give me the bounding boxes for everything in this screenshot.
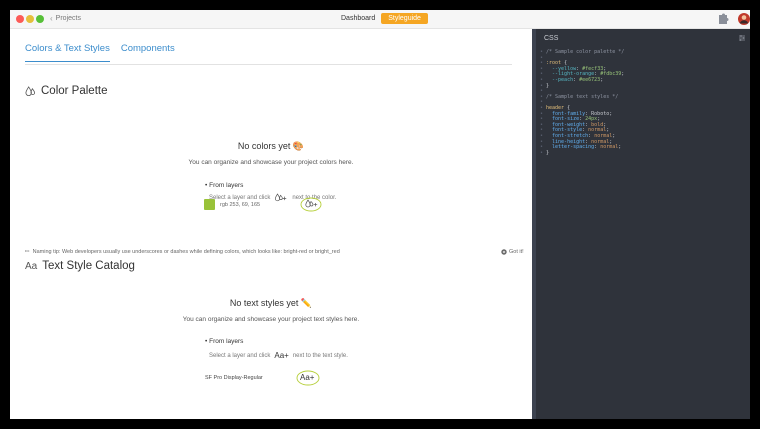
code-token: #fdbc39 (600, 71, 622, 78)
got-it-button[interactable]: Got it! (501, 249, 524, 255)
droplets-icon (25, 85, 36, 96)
text-style-hint: Select a layer and click Aa+ next to the… (209, 351, 348, 360)
add-color-button[interactable] (300, 197, 322, 212)
layer-font-label: SF Pro Display-Regular (205, 375, 263, 381)
code-token: ; (618, 144, 622, 151)
tab-colors-text-styles[interactable]: Colors & Text Styles (25, 43, 110, 62)
code-line: •/* Sample text styles */ (540, 93, 624, 101)
section-tabs: Colors & Text Styles Components (25, 43, 175, 62)
add-text-style-button[interactable]: Aa+ (296, 370, 320, 386)
zoom-window-button[interactable] (36, 15, 44, 23)
minimize-window-button[interactable] (26, 15, 34, 23)
user-avatar-icon[interactable] (737, 12, 750, 26)
color-from-layers-text: From layers (209, 182, 244, 189)
css-panel-title: CSS (544, 35, 559, 42)
code-token: ; (612, 132, 616, 139)
nav-tab-dashboard[interactable]: Dashboard (341, 13, 375, 24)
code-token: } (546, 149, 550, 156)
close-window-button[interactable] (16, 15, 24, 23)
text-style-catalog-title: Text Style Catalog (42, 260, 135, 272)
text-from-layers-label: • From layers (205, 338, 244, 345)
layer-color-row[interactable]: rgb 253, 69, 165 (204, 199, 260, 210)
color-swatch (204, 199, 215, 210)
color-swatch-label: rgb 253, 69, 165 (220, 201, 261, 208)
css-code-panel: CSS •/* Sample color palette */• •:root {… (532, 29, 750, 419)
tab-components[interactable]: Components (121, 43, 175, 62)
naming-tip: ✏ Naming tip: Web developers usually use… (25, 249, 525, 255)
text-style-icon: Aa (25, 260, 38, 272)
top-nav: Dashboard Styleguide (341, 13, 428, 24)
add-color-icon (275, 193, 287, 202)
back-label: Projects (55, 15, 81, 22)
panel-resize-handle[interactable] (532, 29, 536, 419)
code-token: letter-spacing (546, 144, 595, 151)
no-text-styles-title: No text styles yet ✏️ (229, 298, 313, 308)
text-from-layers-text: From layers (209, 338, 244, 345)
tabs-divider (25, 64, 512, 65)
settings-sliders-icon[interactable] (738, 34, 746, 42)
code-token: #ee6723 (579, 76, 601, 83)
title-bar: ‹ Projects Dashboard Styleguide (10, 10, 750, 29)
pencil-icon: ✏ (25, 249, 30, 255)
code-token: --peach (546, 76, 574, 83)
no-colors-title: No colors yet 🎨 (237, 141, 305, 151)
code-token: /* Sample color palette */ (546, 49, 625, 55)
code-line: •} (540, 149, 624, 157)
back-to-projects-link[interactable]: ‹ Projects (50, 14, 81, 23)
close-icon (501, 249, 507, 255)
nav-tab-styleguide[interactable]: Styleguide (381, 13, 428, 24)
code-line: •/* Sample color palette */ (540, 49, 625, 56)
no-text-styles-description: You can organize and showcase your proje… (182, 316, 360, 323)
text-hint-after: next to the text style. (292, 352, 348, 359)
no-colors-description: You can organize and showcase your proje… (188, 159, 354, 166)
code-token: ; (621, 71, 625, 78)
code-token: normal (600, 144, 619, 151)
color-palette-title: Color Palette (41, 85, 108, 97)
code-token: /* Sample text styles */ (546, 93, 619, 100)
add-text-style-label: Aa+ (300, 373, 315, 382)
add-text-style-icon: Aa+ (274, 351, 289, 360)
got-it-label: Got it! (509, 249, 524, 255)
text-hint-before: Select a layer and click (209, 352, 271, 359)
color-from-layers-label: • From layers (205, 182, 244, 189)
text-style-catalog-heading: Aa Text Style Catalog (25, 260, 135, 272)
app-window: ‹ Projects Dashboard Styleguide Colors &… (10, 10, 750, 419)
color-palette-heading: Color Palette (25, 85, 107, 97)
code-line: • letter-spacing: normal; (540, 144, 624, 151)
css-code-block[interactable]: •/* Sample color palette */• •:root {• --… (540, 49, 625, 157)
naming-tip-text: Naming tip: Web developers usually use u… (32, 249, 340, 255)
chevron-left-icon: ‹ (50, 14, 53, 23)
styleguide-main: Colors & Text Styles Components Color Pa… (10, 29, 532, 419)
code-token: ; (600, 76, 604, 83)
plugin-icon[interactable] (716, 12, 730, 26)
code-token: } (546, 82, 550, 89)
